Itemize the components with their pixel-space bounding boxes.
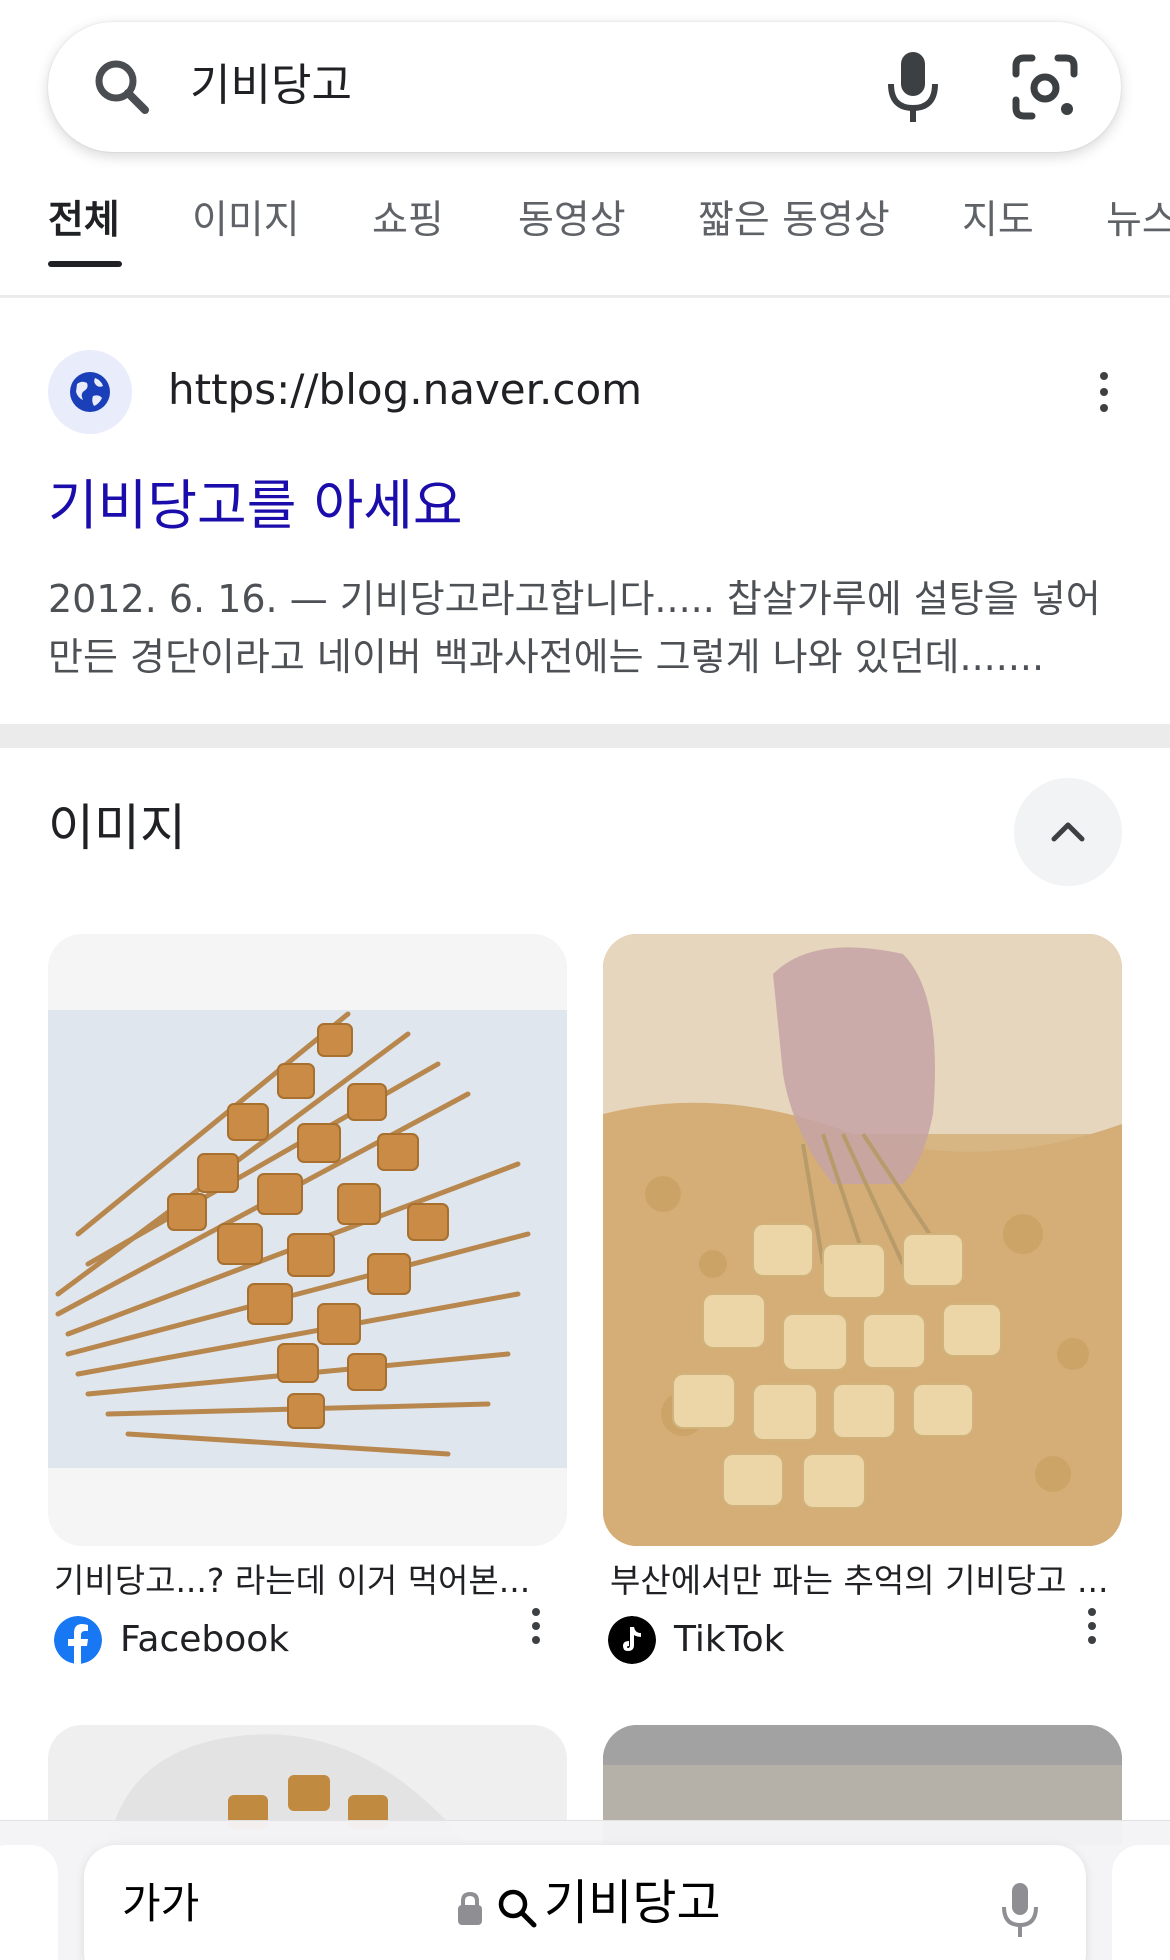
image-source-1[interactable]: Facebook bbox=[120, 1618, 289, 1662]
tab-images[interactable]: 이미지 bbox=[192, 196, 300, 246]
microphone-icon[interactable] bbox=[998, 1881, 1042, 1941]
image-result-2[interactable] bbox=[603, 934, 1122, 1546]
camera-lens-icon[interactable] bbox=[1010, 52, 1080, 122]
tab-news[interactable]: 뉴스 bbox=[1106, 196, 1170, 246]
images-section-heading: 이미지 bbox=[48, 799, 186, 857]
image-caption-1[interactable]: 기비당고...? 라는데 이거 먹어본... bbox=[54, 1560, 554, 1602]
result-title-link[interactable]: 기비당고를 아세요 bbox=[48, 474, 463, 538]
tab-short-videos[interactable]: 짧은 동영상 bbox=[698, 196, 890, 246]
result-url[interactable]: https://blog.naver.com bbox=[168, 364, 642, 416]
image-thumbnail-skewers bbox=[48, 934, 567, 1546]
search-query-text[interactable]: 기비당고 bbox=[190, 60, 352, 112]
search-icon bbox=[498, 1889, 537, 1928]
reader-aa-button[interactable]: 가가 bbox=[122, 1879, 199, 1929]
image-caption-2[interactable]: 부산에서만 파는 추억의 기비당고 ... bbox=[610, 1560, 1110, 1602]
globe-icon bbox=[70, 372, 110, 412]
snippet-line: 2012. 6. 16. — 기비당고라고합니다..... 찹살가루에 설탕을 … bbox=[48, 577, 1101, 621]
result-more-options-icon[interactable] bbox=[1096, 368, 1112, 416]
search-icon[interactable] bbox=[90, 55, 154, 119]
search-tabs: 전체 이미지 쇼핑 동영상 짧은 동영상 지도 뉴스 bbox=[0, 190, 1170, 298]
tab-maps[interactable]: 지도 bbox=[962, 196, 1034, 246]
section-divider bbox=[0, 724, 1170, 748]
tab-all[interactable]: 전체 bbox=[48, 196, 120, 246]
image-source-2[interactable]: TikTok bbox=[674, 1618, 784, 1662]
facebook-logo-icon bbox=[54, 1616, 102, 1664]
microphone-icon[interactable] bbox=[878, 50, 948, 124]
image-thumbnail-dusted-dango bbox=[603, 934, 1122, 1546]
chevron-up-icon bbox=[1051, 822, 1085, 842]
snippet-line: 만든 경단이라고 네이버 백과사전에는 그렇게 나와 있던데....... bbox=[48, 635, 1045, 679]
image-result-1[interactable] bbox=[48, 934, 567, 1546]
lock-icon bbox=[458, 1891, 482, 1925]
tab-shopping[interactable]: 쇼핑 bbox=[372, 196, 444, 246]
address-bar-text[interactable]: 기비당고 bbox=[544, 1875, 721, 1931]
collapse-button[interactable] bbox=[1014, 778, 1122, 886]
tiktok-logo-icon bbox=[608, 1616, 656, 1664]
active-tab-indicator bbox=[48, 261, 122, 267]
image-1-more-options-icon[interactable] bbox=[528, 1604, 544, 1652]
previous-tab-pill[interactable] bbox=[0, 1845, 58, 1960]
image-2-more-options-icon[interactable] bbox=[1084, 1604, 1100, 1652]
next-tab-pill[interactable] bbox=[1112, 1845, 1170, 1960]
tab-videos[interactable]: 동영상 bbox=[518, 196, 626, 246]
search-box[interactable]: 기비당고 bbox=[48, 22, 1121, 152]
browser-bottom-bar: 가가 기비당고 bbox=[0, 1820, 1170, 1960]
site-favicon bbox=[48, 350, 132, 434]
address-bar[interactable]: 가가 기비당고 bbox=[84, 1845, 1086, 1960]
result-snippet: 2012. 6. 16. — 기비당고라고합니다..... 찹살가루에 설탕을 … bbox=[48, 570, 1133, 686]
